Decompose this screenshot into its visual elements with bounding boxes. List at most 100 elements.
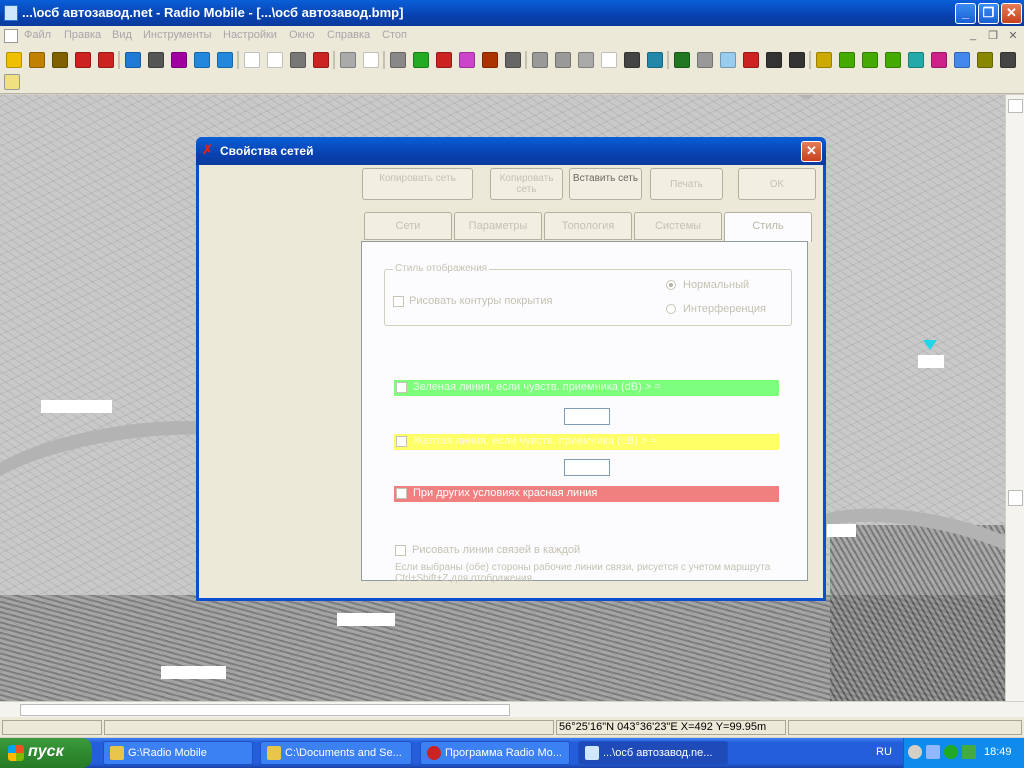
toolbar-button[interactable]	[862, 52, 878, 68]
green-line-checkbox[interactable]	[396, 382, 407, 393]
map-site-label[interactable]	[337, 613, 395, 626]
toolbar-button[interactable]	[244, 52, 260, 68]
toolbar-button[interactable]	[363, 52, 379, 68]
horizontal-scrollbar[interactable]	[0, 701, 1024, 717]
scroll-up-button[interactable]	[1008, 99, 1023, 113]
menu-settings[interactable]: Настройки	[223, 29, 277, 41]
mdi-document-icon[interactable]	[4, 29, 18, 43]
toolbar-button[interactable]	[555, 52, 571, 68]
toolbar-button[interactable]	[6, 52, 22, 68]
vertical-scrollbar[interactable]	[1005, 95, 1024, 701]
site-marker-icon[interactable]	[923, 340, 937, 350]
tab-systems[interactable]: Системы	[634, 212, 722, 240]
toolbar-button[interactable]	[647, 52, 663, 68]
toolbar-button[interactable]	[482, 52, 498, 68]
close-button[interactable]: ✕	[1001, 3, 1022, 24]
map-site-label[interactable]	[918, 355, 944, 368]
toolbar-button[interactable]	[290, 52, 306, 68]
start-button[interactable]: пуск	[0, 738, 92, 768]
toolbar-button[interactable]	[4, 74, 20, 90]
vertical-scroll-thumb[interactable]	[1008, 490, 1023, 506]
toolbar-button[interactable]	[674, 52, 690, 68]
toolbar-button[interactable]	[1000, 52, 1016, 68]
tab-style[interactable]: Стиль	[724, 212, 812, 242]
app-title-bar[interactable]: ...\осб автозавод.net - Radio Mobile - […	[0, 0, 1024, 26]
toolbar-button[interactable]	[931, 52, 947, 68]
menu-file[interactable]: Файл	[24, 29, 51, 41]
toolbar-button[interactable]	[601, 52, 617, 68]
radio-interference[interactable]	[666, 304, 676, 314]
menu-view[interactable]: Вид	[112, 29, 132, 41]
toolbar-button[interactable]	[720, 52, 736, 68]
red-line-checkbox[interactable]	[396, 488, 407, 499]
toolbar-button[interactable]	[413, 52, 429, 68]
yellow-line-checkbox[interactable]	[396, 436, 407, 447]
map-site-label[interactable]	[161, 666, 226, 679]
tab-topology[interactable]: Топология	[544, 212, 632, 240]
taskbar-button[interactable]: G:\Radio Mobile	[103, 741, 253, 765]
menu-edit[interactable]: Правка	[64, 29, 101, 41]
tab-parameters[interactable]: Параметры	[454, 212, 542, 240]
green-threshold-input[interactable]	[564, 408, 610, 425]
toolbar-button[interactable]	[624, 52, 640, 68]
toolbar-button[interactable]	[743, 52, 759, 68]
restore-button[interactable]: ❐	[978, 3, 999, 24]
toolbar-button[interactable]	[340, 52, 356, 68]
toolbar-button[interactable]	[532, 52, 548, 68]
toolbar-button[interactable]	[436, 52, 452, 68]
mdi-minimize-button[interactable]: _	[966, 29, 980, 43]
toolbar-button[interactable]	[505, 52, 521, 68]
menu-window[interactable]: Окно	[289, 29, 315, 41]
menu-tools[interactable]: Инструменты	[143, 29, 212, 41]
toolbar-button[interactable]	[839, 52, 855, 68]
toolbar-button[interactable]	[390, 52, 406, 68]
toolbar-button[interactable]	[52, 52, 68, 68]
toolbar-button[interactable]	[977, 52, 993, 68]
toolbar-button[interactable]	[194, 52, 210, 68]
toolbar-button[interactable]	[313, 52, 329, 68]
print-button[interactable]: Печать	[650, 168, 723, 200]
toolbar-button[interactable]	[217, 52, 233, 68]
menu-stop[interactable]: Стоп	[382, 29, 407, 41]
toolbar-button[interactable]	[75, 52, 91, 68]
tray-app-icon[interactable]	[944, 745, 958, 759]
toolbar-button[interactable]	[29, 52, 45, 68]
draw-links-checkbox[interactable]	[395, 545, 406, 556]
toolbar-button[interactable]	[766, 52, 782, 68]
menu-help[interactable]: Справка	[327, 29, 370, 41]
minimize-button[interactable]: _	[955, 3, 976, 24]
map-site-label[interactable]	[827, 524, 856, 537]
taskbar-button[interactable]: Программа Radio Mo...	[420, 741, 570, 765]
tray-arrow-icon[interactable]	[908, 745, 922, 759]
toolbar-button[interactable]	[459, 52, 475, 68]
toolbar-button[interactable]	[98, 52, 114, 68]
network-list-panel[interactable]	[202, 168, 357, 595]
toolbar-button[interactable]	[578, 52, 594, 68]
radio-normal[interactable]	[666, 280, 676, 290]
ok-button[interactable]: OK	[738, 168, 816, 200]
toolbar-button[interactable]	[789, 52, 805, 68]
horizontal-scroll-thumb[interactable]	[20, 704, 510, 716]
paste-network-button[interactable]: Вставить сеть	[569, 168, 642, 200]
language-indicator[interactable]: RU	[876, 746, 892, 758]
toolbar-button[interactable]	[885, 52, 901, 68]
dialog-title-bar[interactable]: ✗ Свойства сетей ✕	[196, 137, 826, 165]
taskbar-button[interactable]: C:\Documents and Se...	[260, 741, 412, 765]
toolbar-button[interactable]	[954, 52, 970, 68]
draw-contours-checkbox[interactable]	[393, 296, 404, 307]
toolbar-button[interactable]	[171, 52, 187, 68]
copy-network-button[interactable]: Копировать сеть	[362, 168, 473, 200]
tab-networks[interactable]: Сети	[364, 212, 452, 240]
toolbar-button[interactable]	[125, 52, 141, 68]
toolbar-button[interactable]	[267, 52, 283, 68]
toolbar-button[interactable]	[908, 52, 924, 68]
yellow-threshold-input[interactable]	[564, 459, 610, 476]
toolbar-button[interactable]	[816, 52, 832, 68]
mdi-close-button[interactable]: ✕	[1006, 29, 1020, 43]
toolbar-button[interactable]	[148, 52, 164, 68]
map-site-label[interactable]	[41, 400, 112, 413]
copy-network-button[interactable]: Копировать сеть	[490, 168, 563, 200]
toolbar-button[interactable]	[697, 52, 713, 68]
tray-app-icon[interactable]	[962, 745, 976, 759]
dialog-close-button[interactable]: ✕	[801, 141, 822, 162]
